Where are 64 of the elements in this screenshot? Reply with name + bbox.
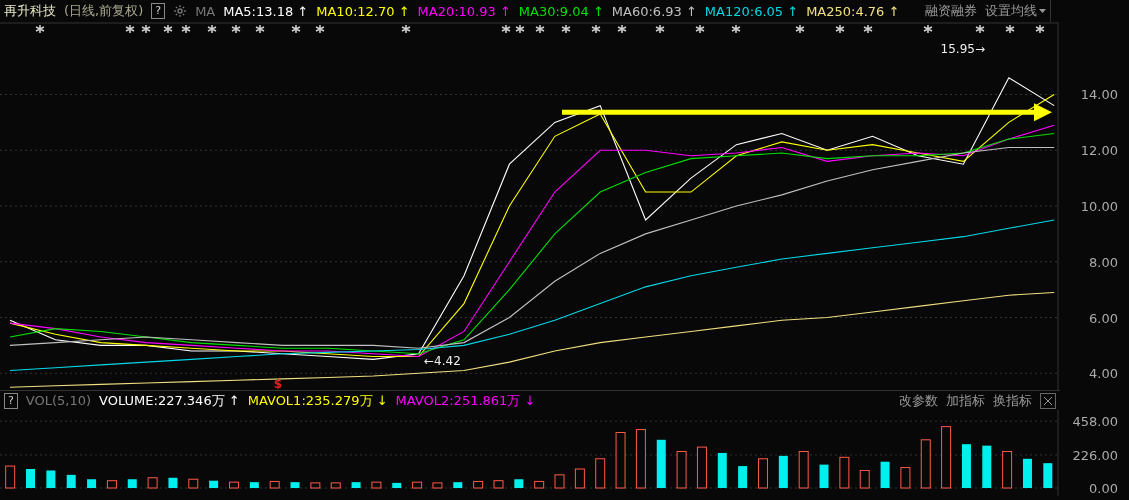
caret-icon (1039, 9, 1046, 13)
info-star-icon[interactable] (975, 24, 985, 34)
toolbar-link[interactable]: 设置均线 (985, 2, 1046, 20)
info-star-icon[interactable] (315, 24, 325, 34)
axis-label: 10.00 (1080, 199, 1118, 214)
info-star-icon[interactable] (923, 24, 933, 34)
ma-value: MA120:6.05 ↑ (704, 3, 799, 19)
info-star-icon[interactable] (561, 24, 571, 34)
info-star-icon[interactable] (35, 24, 45, 34)
info-star-icon[interactable] (835, 24, 845, 34)
ma-value: MA30:9.04 ↑ (518, 3, 604, 19)
info-star-icon[interactable] (401, 24, 411, 34)
ma-value: MA10:12.70 ↑ (316, 3, 410, 19)
help-button[interactable]: ? (151, 3, 166, 19)
info-star-icon[interactable] (207, 24, 217, 34)
ma-value: MA250:4.76 ↑ (806, 3, 900, 19)
indicator-action[interactable]: 加指标 (946, 391, 985, 410)
ma-value: MA60:6.93 ↑ (611, 3, 697, 19)
indicator-name: VOL(5,10) (25, 393, 92, 408)
info-star-icon[interactable] (655, 24, 665, 34)
indicator-name: MA (195, 3, 216, 19)
info-star-icon[interactable] (125, 24, 135, 34)
price-annotation: ←4.42 (424, 353, 461, 368)
axis-label: 12.00 (1080, 143, 1118, 159)
axis-label: 226.00 (1072, 448, 1118, 463)
settings-icon[interactable] (173, 4, 188, 18)
info-star-icon[interactable] (1035, 24, 1045, 34)
indicator-action[interactable]: 改参数 (899, 391, 938, 410)
ma-value: MA20:10.93 ↑ (417, 3, 511, 19)
info-star-icon[interactable] (141, 24, 151, 34)
volume-value: VOLUME:227.346万 ↑ (99, 391, 240, 410)
close-icon (1043, 395, 1053, 406)
help-button[interactable]: ? (4, 392, 18, 409)
info-star-icon[interactable] (591, 24, 601, 34)
chart-mode-label: (日线,前复权) (64, 2, 144, 20)
close-button[interactable] (1040, 392, 1056, 409)
stock-title: 再升科技 (4, 2, 56, 20)
info-star-icon[interactable] (1005, 24, 1015, 34)
indicator-action[interactable]: 换指标 (993, 391, 1032, 410)
price-annotation: 15.95→ (940, 41, 985, 56)
info-star-icon[interactable] (795, 24, 805, 34)
info-star-icon[interactable] (181, 24, 191, 34)
toolbar-link[interactable]: 融资融券 (925, 2, 977, 20)
info-star-icon[interactable] (231, 24, 241, 34)
axis-label: 4.00 (1089, 366, 1118, 382)
info-star-icon[interactable] (291, 24, 301, 34)
ma-value: MA5:13.18 ↑ (223, 3, 309, 19)
axis-label: 8.00 (1089, 254, 1118, 270)
axis-label: 14.00 (1080, 87, 1118, 103)
dividend-mark: $ (273, 377, 283, 390)
info-star-icon[interactable] (501, 24, 511, 34)
info-star-icon[interactable] (863, 24, 873, 34)
volume-value: MAVOL2:251.861万 ↓ (395, 391, 536, 410)
info-star-icon[interactable] (695, 24, 705, 34)
axis-label: 6.00 (1089, 310, 1118, 326)
info-star-icon[interactable] (163, 24, 173, 34)
info-star-icon[interactable] (255, 24, 265, 34)
info-star-icon[interactable] (515, 24, 525, 34)
axis-label: 0.00 (1089, 481, 1118, 496)
axis-label: 458.00 (1072, 414, 1118, 430)
info-star-icon[interactable] (731, 24, 741, 34)
volume-value: MAVOL1:235.279万 ↓ (247, 391, 388, 410)
info-star-icon[interactable] (535, 24, 545, 34)
info-star-icon[interactable] (617, 24, 627, 34)
